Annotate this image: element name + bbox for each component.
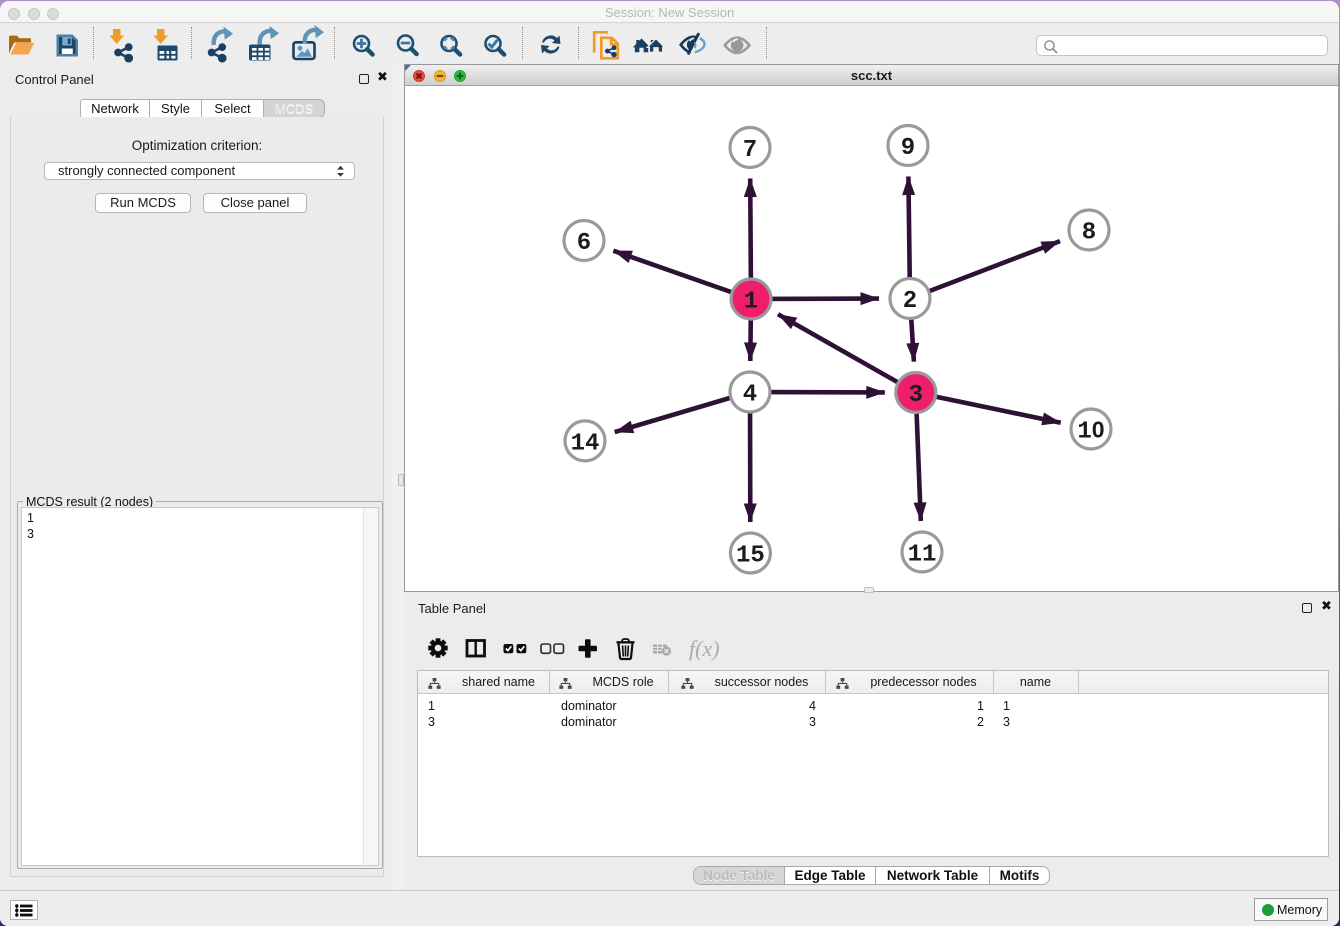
svg-text:7: 7 <box>743 137 757 164</box>
svg-text:4: 4 <box>743 382 757 409</box>
svg-text:2: 2 <box>903 288 917 315</box>
svg-text:6: 6 <box>577 230 591 257</box>
svg-text:8: 8 <box>1082 220 1096 247</box>
svg-text:15: 15 <box>736 543 765 570</box>
svg-text:f(x): f(x) <box>689 636 720 661</box>
svg-text:1: 1 <box>744 289 758 316</box>
svg-text:9: 9 <box>901 135 915 162</box>
svg-text:3: 3 <box>909 382 923 409</box>
svg-text:14: 14 <box>571 430 600 457</box>
svg-text:10: 10 <box>1077 417 1104 446</box>
svg-text:11: 11 <box>908 542 937 569</box>
